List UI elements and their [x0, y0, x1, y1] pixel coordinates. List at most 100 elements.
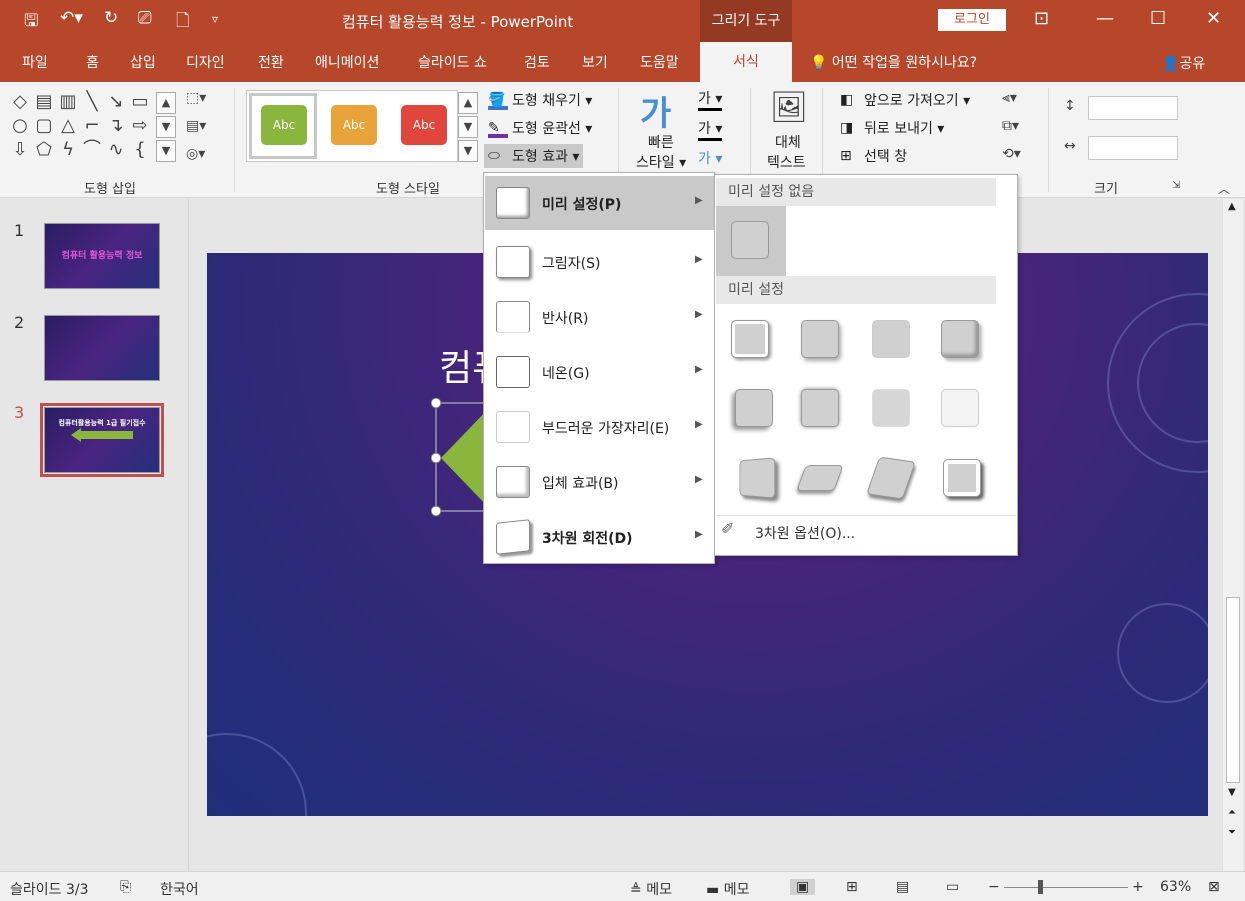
menu-item-preset[interactable]: 미리 설정(P) ▶ [485, 176, 714, 230]
reading-view-icon[interactable]: ▤ [896, 879, 909, 895]
style-green[interactable]: Abc [261, 105, 307, 145]
tab-insert[interactable]: 삽입 [130, 52, 156, 72]
undo-icon[interactable]: ↶▾ [60, 8, 83, 28]
draw-textbox-icon[interactable]: ▤▾ [186, 118, 206, 134]
vertical-textbox-icon[interactable]: ▥ [56, 90, 80, 114]
quick-styles-label-2[interactable]: 스타일 ▾ [636, 152, 686, 172]
scrollbar-thumb[interactable] [1226, 597, 1240, 783]
present-icon[interactable]: ⎚ [138, 8, 152, 28]
shapes-more-icon[interactable]: ▼ [156, 140, 176, 162]
customize-qa-icon[interactable]: ▿ [212, 12, 218, 26]
minimize-icon[interactable]: — [1096, 8, 1114, 29]
quick-styles-label-1[interactable]: 빠른 [648, 132, 674, 152]
shape-style-gallery[interactable]: Abc Abc Abc [246, 90, 458, 162]
spellcheck-icon[interactable]: ⎘ [120, 879, 131, 895]
group-icon[interactable]: ⧉▾ [1002, 118, 1019, 134]
menu-item-3d-rotation[interactable]: 3차원 회전(D) ▶ [485, 510, 714, 564]
menu-item-glow[interactable]: 네온(G) ▶ [485, 345, 714, 399]
save-icon[interactable]: 🖫 [24, 8, 38, 37]
fit-slide-icon[interactable]: ⊠ [1208, 879, 1220, 895]
style-scroll-down-icon[interactable]: ▼ [458, 116, 478, 138]
tab-design[interactable]: 디자인 [186, 52, 225, 72]
menu-item-soft-edges[interactable]: 부드러운 가장자리(E) ▶ [485, 400, 714, 454]
collapse-ribbon-icon[interactable]: ︿ [1218, 180, 1230, 197]
rounded-rect-icon[interactable]: ▢ [32, 114, 56, 138]
rectangle-icon[interactable]: ▭ [128, 90, 152, 114]
login-button[interactable]: 로그인 [938, 9, 1006, 31]
shape-effects-button[interactable]: ⬭ 도형 효과 ▾ [484, 144, 584, 168]
tab-file[interactable]: 파일 [22, 52, 48, 72]
bring-forward-button[interactable]: ◧ 앞으로 가져오기 ▾ [840, 90, 970, 110]
close-icon[interactable]: ✕ [1206, 8, 1221, 29]
preset-7-swatch[interactable] [872, 389, 910, 427]
slide-thumbnail-3[interactable]: 컴퓨터활용능력 1급 필기접수 [40, 403, 164, 477]
merge-shapes-icon[interactable]: ◎▾ [186, 146, 205, 162]
share-button[interactable]: 👤공유 [1162, 53, 1205, 73]
language-indicator[interactable]: 한국어 [160, 879, 199, 899]
slide-thumbnail-1[interactable]: 컴퓨터 활용능력 정보 [44, 223, 160, 289]
freeform-icon[interactable]: ϟ [56, 138, 80, 162]
edit-shape-icon[interactable]: ⬚▾ [186, 90, 206, 106]
oval-icon[interactable]: ○ [8, 114, 32, 138]
style-scroll-up-icon[interactable]: ▲ [458, 92, 478, 114]
menu-item-reflection[interactable]: 반사(R) ▶ [485, 290, 714, 344]
tab-view[interactable]: 보기 [582, 52, 608, 72]
align-icon[interactable]: ⫷▾ [1002, 90, 1017, 106]
preset-9-swatch[interactable] [739, 457, 776, 499]
line-icon[interactable]: ╲ [80, 90, 104, 114]
3d-options-button[interactable]: 3차원 옵션(O)... [755, 523, 855, 543]
preset-10-swatch[interactable] [796, 465, 844, 491]
tab-help[interactable]: 도움말 [640, 52, 679, 72]
shapes-scroll-up-icon[interactable]: ▲ [156, 92, 176, 114]
tab-review[interactable]: 검토 [524, 52, 550, 72]
style-orange[interactable]: Abc [331, 105, 377, 145]
text-outline-icon[interactable]: 가 ▾ [698, 118, 723, 141]
diamond-icon[interactable]: ◇ [8, 90, 32, 114]
shapes-scroll-down-icon[interactable]: ▼ [156, 116, 176, 138]
width-input[interactable] [1088, 136, 1178, 160]
height-input[interactable] [1088, 96, 1178, 120]
brace-icon[interactable]: { [128, 138, 152, 162]
zoom-in-icon[interactable]: + [1132, 879, 1144, 895]
tell-me-search[interactable]: 💡 어떤 작업을 원하시나요? [810, 52, 977, 72]
menu-item-shadow[interactable]: 그림자(S) ▶ [485, 235, 714, 289]
scroll-down-icon[interactable]: ▼ [1228, 787, 1236, 798]
shape-outline-button[interactable]: ✎ 도형 윤곽선 ▾ [488, 118, 592, 138]
connector-icon[interactable]: ⌐ [80, 114, 104, 138]
curve-icon[interactable]: ∿ [104, 138, 128, 162]
size-dialog-launcher-icon[interactable]: ⇲ [1172, 180, 1180, 191]
text-fill-icon[interactable]: 가 ▾ [698, 88, 723, 111]
tab-animations[interactable]: 애니메이션 [315, 52, 379, 72]
rotate-icon[interactable]: ⟲▾ [1002, 146, 1021, 162]
ribbon-display-icon[interactable]: ⊡ [1034, 8, 1049, 29]
preset-5-swatch[interactable] [735, 389, 773, 427]
arc-icon[interactable]: ⌒ [80, 138, 104, 162]
new-file-icon[interactable]: 🗋 [176, 8, 190, 37]
right-arrow-icon[interactable]: ⇨ [128, 114, 152, 138]
alt-text-label-2[interactable]: 텍스트 [767, 152, 806, 172]
preset-1-swatch[interactable] [731, 320, 769, 358]
preset-11-swatch[interactable] [866, 456, 916, 500]
preset-8-swatch[interactable] [941, 389, 979, 427]
zoom-slider-thumb[interactable] [1038, 880, 1043, 894]
pentagon-icon[interactable]: ⬠ [32, 138, 56, 162]
preset-6-swatch[interactable] [801, 389, 839, 427]
preset-4-swatch[interactable] [941, 320, 979, 358]
zoom-level[interactable]: 63% [1160, 879, 1191, 895]
slide-thumbnail-2[interactable] [44, 315, 160, 381]
alt-text-icon[interactable]: 🖼 [770, 90, 808, 125]
alt-text-label-1[interactable]: 대체 [775, 132, 801, 152]
comments-button[interactable]: ▬ 메모 [706, 879, 749, 899]
slideshow-view-icon[interactable]: ▭ [946, 879, 959, 895]
zoom-slider[interactable] [1004, 887, 1128, 888]
style-more-icon[interactable]: ▼ [458, 140, 478, 162]
tab-slideshow[interactable]: 슬라이드 쇼 [418, 52, 487, 72]
slide-sorter-icon[interactable]: ⊞ [846, 879, 858, 895]
prev-slide-icon[interactable]: ⏶ [1228, 807, 1236, 818]
triangle-icon[interactable]: △ [56, 114, 80, 138]
elbow-arrow-icon[interactable]: ↴ [104, 114, 128, 138]
textbox-icon[interactable]: ▤ [32, 90, 56, 114]
arrow-line-icon[interactable]: ↘ [104, 90, 128, 114]
next-slide-icon[interactable]: ⏷ [1228, 827, 1236, 838]
tab-format[interactable]: 서식 [700, 42, 792, 82]
